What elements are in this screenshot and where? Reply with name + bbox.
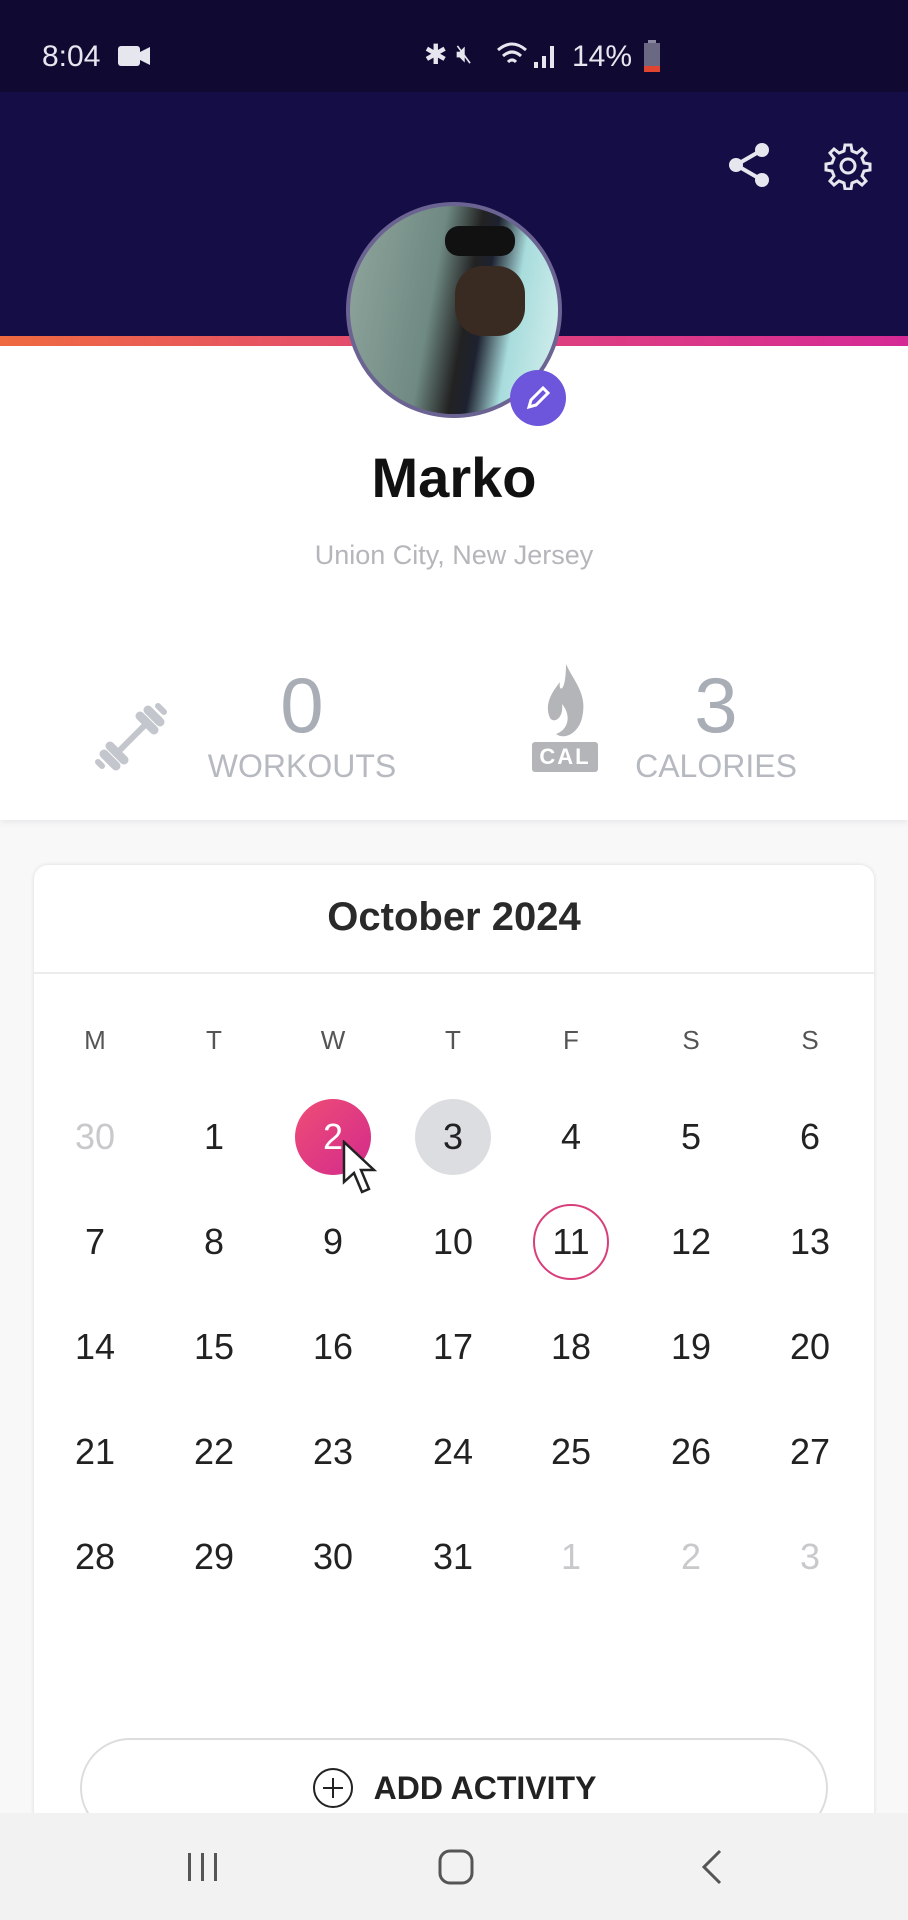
- calories-value: 3: [694, 661, 738, 749]
- weekday-label: F: [563, 1025, 579, 1055]
- share-icon[interactable]: [728, 142, 770, 188]
- calendar-day[interactable]: 9: [295, 1204, 371, 1280]
- stats-row: 0 WORKOUTS CAL 3 CALORIES: [0, 660, 908, 790]
- calendar-day[interactable]: 7: [57, 1204, 133, 1280]
- calendar-day[interactable]: 23: [295, 1414, 371, 1490]
- calendar-day[interactable]: 18: [533, 1309, 609, 1385]
- calendar-day[interactable]: 8: [176, 1204, 252, 1280]
- calendar-day[interactable]: 27: [772, 1414, 848, 1490]
- calendar-day[interactable]: 5: [653, 1099, 729, 1175]
- weekday-label: W: [320, 1025, 346, 1055]
- calendar-day[interactable]: 1: [176, 1099, 252, 1175]
- system-nav-bar: [0, 1813, 908, 1920]
- calendar-day[interactable]: 28: [57, 1519, 133, 1595]
- weekday-label: T: [445, 1025, 461, 1055]
- status-bar: 8:04 ✱ 🔇︎ 14%: [0, 0, 908, 92]
- avatar-photo-detail: [445, 226, 515, 256]
- battery-icon: [644, 40, 660, 72]
- calendar-day[interactable]: 20: [772, 1309, 848, 1385]
- calendar-day[interactable]: 19: [653, 1309, 729, 1385]
- divider: [34, 972, 874, 974]
- avatar-photo-detail: [455, 266, 525, 336]
- workouts-value: 0: [280, 661, 324, 749]
- wifi-icon: [497, 42, 554, 68]
- cursor-icon: [342, 1140, 378, 1194]
- weekday-label: T: [206, 1025, 222, 1055]
- calendar-day[interactable]: 4: [533, 1099, 609, 1175]
- calendar-day[interactable]: 29: [176, 1519, 252, 1595]
- calendar-card: October 2024 MTWTFSS 30 1 2 3 4 5 6 7 8 9 10 11 12 13…: [34, 865, 874, 1865]
- edit-avatar-button[interactable]: [510, 370, 566, 426]
- calendar-day[interactable]: 12: [653, 1204, 729, 1280]
- battery-text: 14%: [572, 40, 633, 73]
- calendar-day[interactable]: 30: [295, 1519, 371, 1595]
- calendar-day[interactable]: 22: [176, 1414, 252, 1490]
- calories-flame-icon: CAL: [532, 664, 598, 776]
- back-icon[interactable]: [700, 1849, 724, 1885]
- plus-circle-icon: [312, 1768, 353, 1808]
- add-activity-label: ADD ACTIVITY: [373, 1769, 597, 1806]
- video-icon: [118, 46, 150, 66]
- calendar-day[interactable]: 2: [653, 1519, 729, 1595]
- mute-icon: 🔇︎: [456, 38, 473, 68]
- calendar-day[interactable]: 17: [415, 1309, 491, 1385]
- calendar-day[interactable]: 21: [57, 1414, 133, 1490]
- status-time: 8:04: [42, 40, 101, 73]
- calories-icon-text: CAL: [532, 742, 598, 772]
- calendar-day-marked[interactable]: 11: [533, 1204, 609, 1280]
- calendar-day[interactable]: 14: [57, 1309, 133, 1385]
- dumbbell-icon: [95, 703, 167, 771]
- bluetooth-icon: ✱: [424, 39, 448, 70]
- calendar-month-title: October 2024: [327, 895, 581, 939]
- profile-name: Marko: [371, 446, 537, 509]
- calories-label: CALORIES: [635, 748, 797, 784]
- calendar-day[interactable]: 26: [653, 1414, 729, 1490]
- pencil-icon: [526, 385, 551, 410]
- workouts-label: WORKOUTS: [207, 748, 397, 784]
- calendar-day[interactable]: 6: [772, 1099, 848, 1175]
- calendar-day[interactable]: 3: [772, 1519, 848, 1595]
- calendar-day[interactable]: 31: [415, 1519, 491, 1595]
- weekday-label: M: [84, 1025, 106, 1055]
- calendar-day-today[interactable]: 3: [415, 1099, 491, 1175]
- calendar-day[interactable]: 13: [772, 1204, 848, 1280]
- calendar-day[interactable]: 15: [176, 1309, 252, 1385]
- calendar-day[interactable]: 1: [533, 1519, 609, 1595]
- home-icon[interactable]: [438, 1849, 474, 1885]
- calendar-day[interactable]: 30: [57, 1099, 133, 1175]
- calendar-day[interactable]: 10: [415, 1204, 491, 1280]
- calendar-day[interactable]: 16: [295, 1309, 371, 1385]
- calendar-day[interactable]: 24: [415, 1414, 491, 1490]
- calendar-day[interactable]: 25: [533, 1414, 609, 1490]
- weekday-label: S: [801, 1025, 819, 1055]
- weekday-label: S: [682, 1025, 700, 1055]
- recent-apps-icon[interactable]: [186, 1851, 220, 1883]
- gear-icon[interactable]: [824, 142, 872, 190]
- profile-location: Union City, New Jersey: [314, 540, 594, 570]
